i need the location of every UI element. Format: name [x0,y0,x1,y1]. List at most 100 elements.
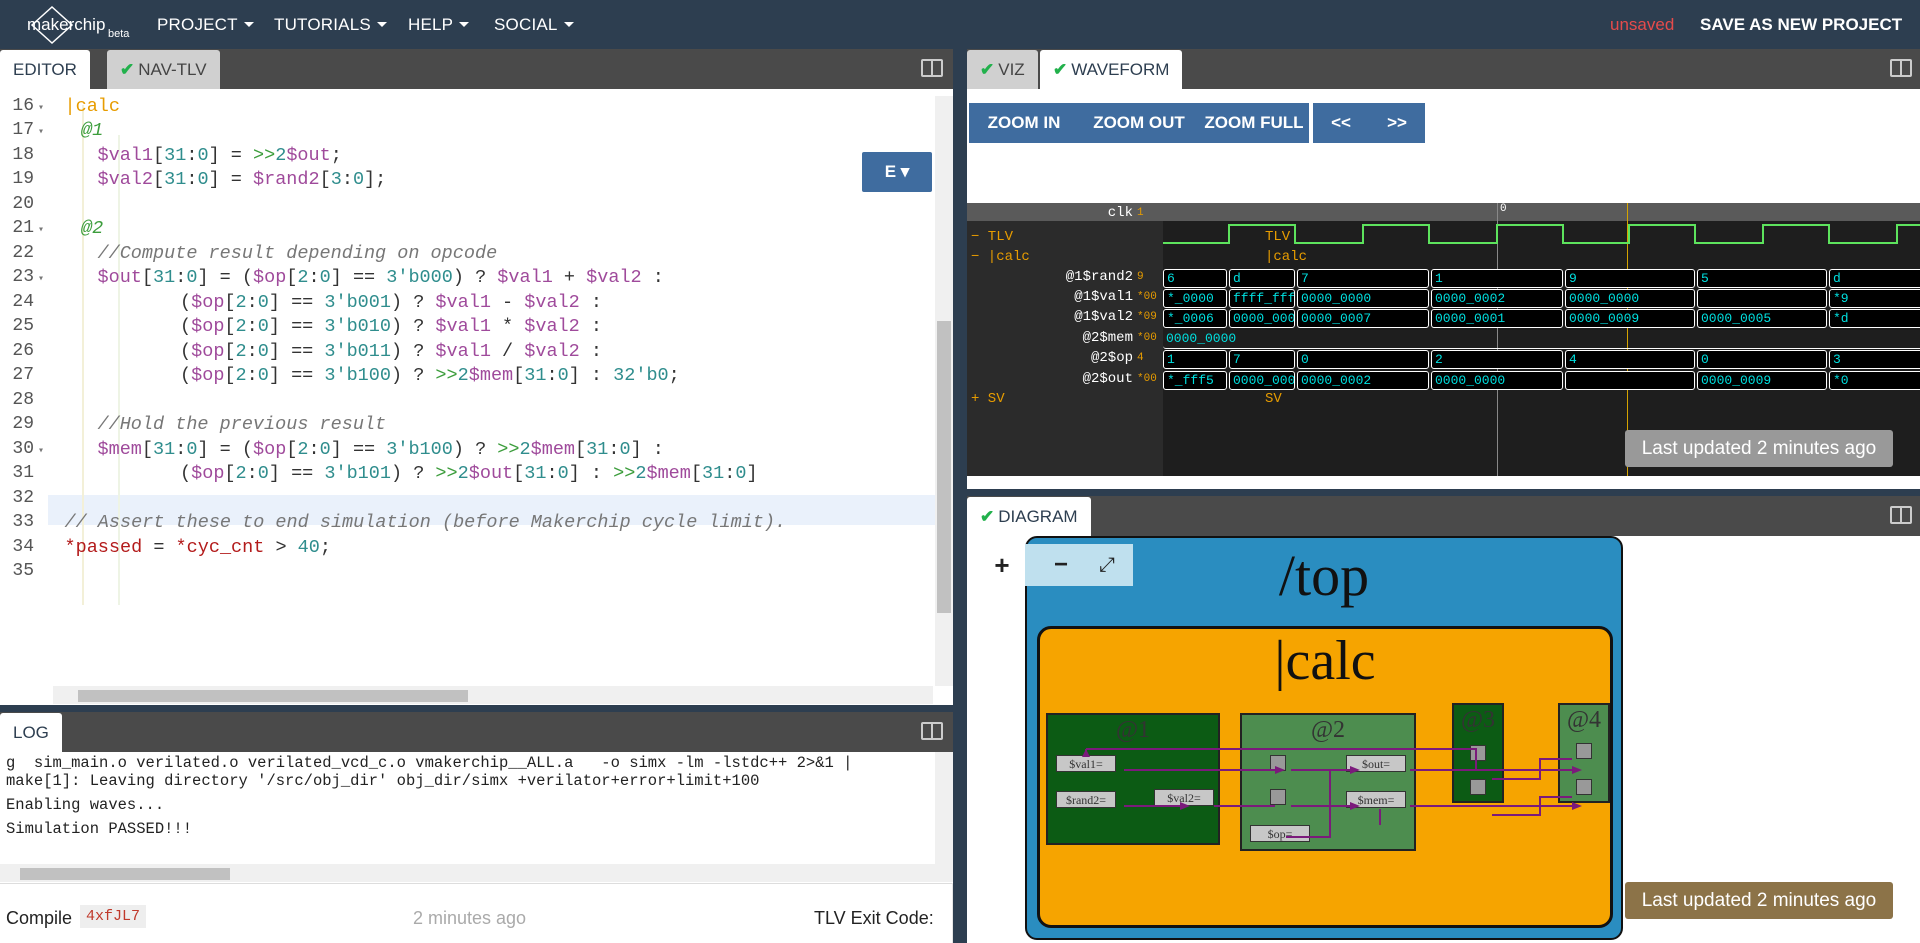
signal-name[interactable]: @2$op [967,350,1133,366]
wave-segment[interactable]: 0000_0000 [1431,371,1563,390]
wave-segment[interactable]: 0000_0009 [1565,309,1695,328]
exit-code-label: TLV Exit Code: [814,908,934,928]
wave-segment[interactable]: 7 [1297,269,1429,288]
menu-tutorials[interactable]: TUTORIALS [274,0,387,49]
fold-caret-icon[interactable]: ▾ [38,126,44,138]
tab-nav-tlv[interactable]: ✔ NAV-TLV [107,50,220,89]
wave-segment[interactable]: 0000_0000 [1297,289,1429,308]
wave-segment[interactable]: d [1229,269,1295,288]
diagram-zoom-in-button[interactable]: + [979,544,1025,586]
editor-vscroll-thumb[interactable] [937,321,951,613]
tab-log[interactable]: LOG [0,713,62,752]
wave-segment[interactable]: *9 [1829,289,1920,308]
signal-name[interactable]: @1$val2 [967,309,1133,325]
compile-id[interactable]: 4xfJL7 [80,905,147,928]
signal-group-calc[interactable]: − |calc [971,249,1030,265]
horizontal-splitter[interactable] [967,489,1920,496]
tab-editor[interactable]: EDITOR [0,50,90,89]
wave-segment[interactable]: 1 [1431,269,1563,288]
signal-name[interactable]: clk [967,205,1133,221]
scroll-left-button[interactable]: << [1313,103,1369,143]
split-pane-icon[interactable] [921,722,943,740]
caret-down-icon [459,22,470,27]
code-line: *passed = *cyc_cnt > 40; [64,536,332,558]
fold-caret-icon[interactable]: ▾ [38,273,44,285]
wave-segment[interactable]: 9 [1565,269,1695,288]
wave-segment[interactable]: 3 [1829,350,1920,369]
split-pane-icon[interactable] [921,59,943,77]
signal-group-sv[interactable]: + SV [971,391,1005,407]
wave-segment[interactable]: *0 [1829,371,1920,390]
compile-status-bar: Compile 4xfJL7 2 minutes ago TLV Exit Co… [0,883,952,943]
signal-group-tlv[interactable]: − TLV [971,229,1013,245]
save-as-new-project-button[interactable]: SAVE AS NEW PROJECT [1700,0,1902,49]
log-vscrollbar[interactable] [935,752,953,864]
wave-segment[interactable]: 1 [1163,350,1227,369]
zoom-in-button[interactable]: ZOOM IN [969,103,1079,143]
zoom-full-button[interactable]: ZOOM FULL [1199,103,1309,143]
split-pane-icon[interactable] [1890,59,1912,77]
tab-viz[interactable]: ✔ VIZ [967,50,1038,89]
time-marker: 0 [1500,203,1507,215]
wave-segment[interactable]: *_0000 [1163,289,1227,308]
wave-segment[interactable] [1565,371,1695,390]
check-icon: ✔ [120,60,135,79]
wave-segment[interactable]: *_0006 [1163,309,1227,328]
signal-name[interactable]: @2$mem [967,330,1133,346]
wave-segment[interactable]: 0000_0000 [1229,371,1295,390]
wave-segment[interactable]: 6 [1163,269,1227,288]
diagram-fit-icon[interactable]: ⤢ [1087,544,1127,586]
diagram-tabbar: ✔ DIAGRAM [967,496,1920,536]
waveform-tabbar: ✔ VIZ ✔ WAVEFORM [967,49,1920,89]
signal-value: *00 [1137,373,1157,385]
wave-segment[interactable]: 0000_0005 [1697,309,1827,328]
fold-caret-icon[interactable]: ▾ [38,224,44,236]
makerchip-logo[interactable]: makerchip beta [22,3,134,45]
zoom-out-button[interactable]: ZOOM OUT [1079,103,1199,143]
wave-segment[interactable]: 0000_0000 [1565,289,1695,308]
wave-segment[interactable]: 0 [1697,350,1827,369]
fold-caret-icon[interactable]: ▾ [38,102,44,114]
wave-segment[interactable] [1697,289,1827,308]
log-hscroll-thumb[interactable] [20,868,230,880]
log-line: make[1]: Leaving directory '/src/obj_dir… [6,772,760,790]
signal-name[interactable]: @1$val1 [967,289,1133,305]
diagram-zoom-out-button[interactable]: − [1039,544,1083,586]
signal-name[interactable]: @1$rand2 [967,269,1133,285]
code-line: |calc [64,95,121,117]
code-editor[interactable]: 15 \TLV 16 ▾ |calc 17 ▾ @1 18 $val1[31:0] = >>2$o… [0,89,938,671]
fold-caret-icon[interactable]: ▾ [38,445,44,457]
menu-project[interactable]: PROJECT [157,0,254,49]
editor-mode-button[interactable]: E ▾ [862,152,932,192]
wave-segment[interactable]: 0000_0001 [1431,309,1563,328]
line-number: 20 [12,193,34,214]
signal-name[interactable]: @2$out [967,371,1133,387]
line-number: 21 [12,218,34,238]
menu-social[interactable]: SOCIAL [494,0,574,49]
wave-segment[interactable]: 2 [1431,350,1563,369]
wave-segment[interactable]: 0000_0000 [1163,330,1920,349]
vertical-splitter[interactable] [953,49,967,943]
tab-waveform[interactable]: ✔ WAVEFORM [1040,50,1183,89]
wave-segment[interactable]: 0000_0007 [1297,309,1429,328]
wave-segment[interactable]: *d [1829,309,1920,328]
split-pane-icon[interactable] [1890,506,1912,524]
horizontal-splitter[interactable] [0,705,953,712]
wave-segment[interactable]: 5 [1697,269,1827,288]
menu-help[interactable]: HELP [408,0,470,49]
scroll-right-button[interactable]: >> [1369,103,1425,143]
wave-segment[interactable]: d [1829,269,1920,288]
wave-segment[interactable]: 4 [1565,350,1695,369]
wave-segment[interactable]: 0000_0002 [1297,371,1429,390]
editor-hscroll-thumb[interactable] [78,690,468,702]
wave-segment[interactable]: 0000_0009 [1697,371,1827,390]
code-line: ($op[2:0] == 3'b101) ? >>2$out[31:0] : >… [180,463,758,484]
wave-segment[interactable]: 0000_000d [1229,309,1295,328]
waveform-updated-badge: Last updated 2 minutes ago [1625,430,1893,467]
wave-segment[interactable]: 0000_0002 [1431,289,1563,308]
tab-diagram[interactable]: ✔ DIAGRAM [967,497,1091,536]
wave-segment[interactable]: *_fff5 [1163,371,1227,390]
wave-segment[interactable]: 7 [1229,350,1295,369]
wave-segment[interactable]: 0 [1297,350,1429,369]
wave-segment[interactable]: ffff_fff5 [1229,289,1295,308]
